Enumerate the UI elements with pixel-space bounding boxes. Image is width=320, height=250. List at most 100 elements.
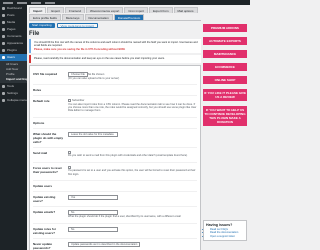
promo-button[interactable]: IF YOU WANT TO HELP US TO CONTINUE DEVEL… xyxy=(203,106,247,126)
users-icon xyxy=(2,56,5,59)
select-dropdown[interactable]: Yes xyxy=(68,195,118,201)
notice-text-warning: Please, make sure you are saving the fil… xyxy=(34,47,126,51)
tab-import[interactable]: Import xyxy=(29,7,47,13)
view-meta-keys-button[interactable]: View meta keys to import xyxy=(56,23,98,28)
tab-extra-profile-fields[interactable]: Extra profile fields xyxy=(29,14,61,20)
comments-icon[interactable] xyxy=(31,1,41,4)
sidebar-item-settings[interactable]: Settings xyxy=(0,90,27,97)
form-row: Force users to reset their passwords? If … xyxy=(33,163,197,182)
sidebar-item-comments[interactable]: Comments xyxy=(0,33,27,40)
sidebar-item-media[interactable]: Media xyxy=(0,19,27,26)
form-row: Default role Subscriber You can also impor… xyxy=(33,96,197,118)
promo-button[interactable]: AUTOMATE EXPORTS xyxy=(203,37,247,45)
sidebar-item-posts[interactable]: Posts xyxy=(0,12,27,19)
form-row: CSV file required Choose File No file chos… xyxy=(33,69,197,86)
sidebar-item-label: Comments xyxy=(7,35,22,38)
sidebar-item-pages[interactable]: Pages xyxy=(0,26,27,33)
promo-button[interactable]: ONLINE SHOP xyxy=(203,76,247,84)
tab-export-from[interactable]: Export from xyxy=(149,7,173,13)
form-label: Roles xyxy=(33,88,42,93)
form-label: Options xyxy=(33,120,45,125)
tab-meta-keys[interactable]: Meta keys xyxy=(61,14,84,20)
start-importing-button[interactable]: Start importing xyxy=(29,23,55,28)
form-row: Update existing users? Yes xyxy=(33,192,197,208)
dashboard-icon xyxy=(2,7,5,10)
tab-woocommerce-export[interactable]: Woocommerce export xyxy=(86,7,124,13)
form-field: Leave the old value for this metadata xyxy=(68,131,197,144)
sidebar-item-dashboard[interactable]: Dashboard xyxy=(0,5,27,12)
help-link[interactable]: Open a support ticket xyxy=(210,235,244,238)
import-form: CSV file required Choose File No file chos… xyxy=(29,64,201,250)
media-icon xyxy=(2,21,5,24)
select-dropdown[interactable]: No xyxy=(68,226,118,232)
choose-file-button[interactable]: Choose File xyxy=(68,71,88,77)
tab-mail-options[interactable]: Mail options xyxy=(173,7,198,13)
sidebar-item-appearance[interactable]: Appearance xyxy=(0,40,27,47)
field-description: What the plugin should do if the plugin … xyxy=(68,215,181,219)
form-label: Update emails? xyxy=(33,210,56,215)
appearance-icon xyxy=(2,42,5,45)
select-dropdown[interactable]: Leave the old value for this metadata xyxy=(68,131,118,137)
form-row: Never update passwords? Update passwords … xyxy=(33,239,197,250)
form-field: No What the plugin should do if the plugi… xyxy=(68,210,197,219)
promo-button[interactable]: ECOMMERCE xyxy=(203,63,247,71)
form-row: What should the plugin do with empty cel… xyxy=(33,129,197,148)
admin-bar xyxy=(0,0,250,5)
sidebar-item-collapse[interactable]: Collapse menu xyxy=(0,97,27,104)
sidebar-item-label: Pages xyxy=(7,28,16,31)
form-field xyxy=(68,184,197,188)
form-field xyxy=(68,88,197,92)
main-content: Import Export Frontend Woocommerce export Cr… xyxy=(29,7,201,250)
tools-icon xyxy=(2,85,5,88)
checkbox-label: Subscriber xyxy=(72,99,85,103)
tab-export[interactable]: Export xyxy=(47,7,65,13)
plugins-icon xyxy=(2,49,5,52)
tab-frontend[interactable]: Frontend xyxy=(65,7,86,13)
form-label: What should the plugin do with empty cel… xyxy=(33,131,63,144)
form-label: Update existing users? xyxy=(33,195,56,204)
admin-sidebar: Dashboard Posts Media Pages Comments App… xyxy=(0,5,27,250)
help-list: Read our FAQs Read the documentation Ope… xyxy=(206,228,244,238)
sidebar-item-label: Posts xyxy=(7,14,15,17)
sidebar-item-plugins[interactable]: Plugins xyxy=(0,47,27,54)
sidebar-item-label: Dashboard xyxy=(7,7,22,10)
collapse-icon xyxy=(2,99,5,102)
promo-button[interactable]: PREMIUM ADDONS xyxy=(203,24,247,32)
tab-donate-premium[interactable]: Donate/Premium xyxy=(113,14,145,20)
info-notice: You should fill the first row with the n… xyxy=(29,39,201,54)
wordpress-logo-icon[interactable] xyxy=(3,1,13,4)
promo-button[interactable]: MAINTENANCE xyxy=(203,50,247,58)
promo-column: PREMIUM ADDONS AUTOMATE EXPORTS MAINTENANC… xyxy=(203,24,247,131)
submenu-item-import-export[interactable]: Import and Export Users and Customers xyxy=(0,77,27,82)
posts-icon xyxy=(2,14,5,17)
form-row: Options xyxy=(33,118,197,129)
sidebar-item-users[interactable]: Users xyxy=(0,54,27,61)
form-label: Never update passwords? xyxy=(33,241,53,250)
sidebar-item-tools[interactable]: Tools xyxy=(0,83,27,90)
checkbox[interactable] xyxy=(68,99,71,103)
sidebar-item-label: Users xyxy=(7,56,15,59)
help-box: Having issues? Read our FAQs Read the do… xyxy=(203,220,247,242)
select-dropdown[interactable]: Update passwords as it is described in t… xyxy=(68,241,141,247)
form-label: Force users to reset their passwords? xyxy=(33,165,62,174)
field-description: If a password is set to a user and you a… xyxy=(68,169,196,176)
settings-icon xyxy=(2,92,5,95)
form-field: If a password is set to a user and you a… xyxy=(68,165,197,177)
promo-button[interactable]: IF YOU LIKE IT PLEASE GIVE US A REVIEW xyxy=(203,89,247,101)
form-field: Choose File No file chosen (Or you can als… xyxy=(68,71,197,81)
form-field: Do you wish to send a mail from this plu… xyxy=(68,150,197,159)
new-content-link[interactable] xyxy=(45,1,55,4)
tab-cron-import[interactable]: Cron import xyxy=(124,7,148,13)
sidebar-item-label: Settings xyxy=(7,92,18,95)
sidebar-item-label: Appearance xyxy=(7,42,24,45)
page-title: File xyxy=(29,31,40,37)
no-file-text: No file chosen xyxy=(87,72,105,76)
form-row: Roles xyxy=(33,85,197,97)
site-name-link[interactable] xyxy=(17,1,27,4)
tab-documentation[interactable]: Documentation xyxy=(84,14,113,20)
field-description: (Or you can also upload a file to your s… xyxy=(68,76,120,80)
documentation-notice: Please, read carefully the documentation… xyxy=(29,55,201,63)
sidebar-item-label: Plugins xyxy=(7,49,17,52)
form-label: Update users xyxy=(33,184,53,189)
sidebar-item-label: Collapse menu xyxy=(7,99,27,102)
